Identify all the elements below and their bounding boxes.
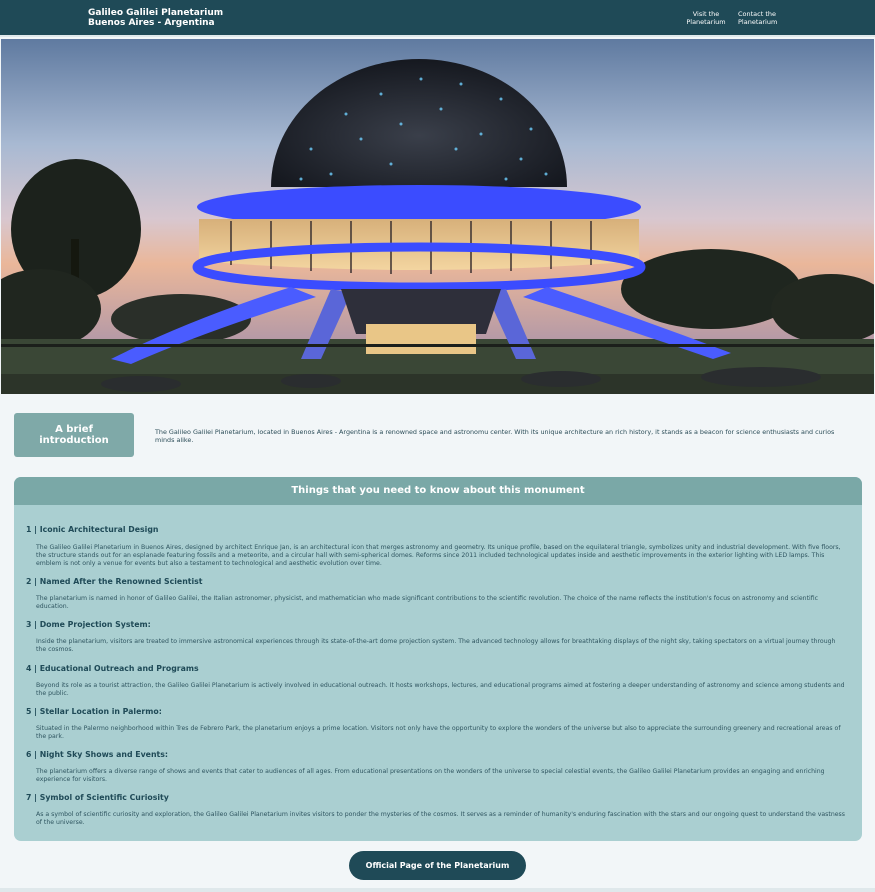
fact-text: Inside the planetarium, visitors are tre… bbox=[36, 638, 836, 653]
fact-title: 2 | Named After the Renowned Scientist bbox=[26, 577, 203, 586]
fact-title: 5 | Stellar Location in Palermo: bbox=[26, 707, 162, 716]
intro-label: A brief introduction bbox=[14, 413, 134, 457]
fact-title: 7 | Symbol of Scientific Curiosity bbox=[26, 793, 169, 802]
brand-title: Galileo Galilei Planetarium bbox=[88, 8, 224, 18]
fact-text: As a symbol of scientific curiosity and … bbox=[36, 811, 845, 826]
fact-text: The planetarium is named in honor of Gal… bbox=[36, 595, 819, 610]
site-brand[interactable]: Galileo Galilei Planetarium Buenos Aires… bbox=[88, 8, 223, 28]
official-page-button[interactable]: Official Page of the Planetarium bbox=[349, 851, 526, 880]
fact-text: The Galileo Galilei Planetarium in Bueno… bbox=[36, 544, 841, 567]
hero-image bbox=[1, 39, 874, 394]
facts-heading: Things that you need to know about this … bbox=[14, 477, 862, 505]
nav-contact-link[interactable]: Contact the Planetarium bbox=[738, 10, 782, 26]
nav-contact-line2: Planetarium bbox=[738, 17, 778, 26]
fact-title: 6 | Night Sky Shows and Events: bbox=[26, 750, 168, 759]
brand-subtitle: Buenos Aires - Argentina bbox=[88, 18, 215, 28]
fact-text: Beyond its role as a tourist attraction,… bbox=[36, 682, 845, 697]
intro-text: The Galileo Galilei Planetarium, located… bbox=[155, 428, 835, 444]
planetarium-illustration bbox=[1, 39, 874, 394]
facts-panel: Things that you need to know about this … bbox=[14, 477, 862, 841]
intro-label-line1: A brief bbox=[55, 424, 93, 435]
top-navbar: Galileo Galilei Planetarium Buenos Aires… bbox=[0, 0, 875, 37]
nav-visit-line2: Planetarium bbox=[686, 17, 726, 26]
fact-title: 1 | Iconic Architectural Design bbox=[26, 525, 159, 534]
fact-title: 3 | Dome Projection System: bbox=[26, 620, 151, 629]
footer-divider bbox=[0, 888, 875, 892]
nav-visit-link[interactable]: Visit the Planetarium bbox=[685, 10, 727, 26]
fact-text: Situated in the Palermo neighborhood wit… bbox=[36, 725, 841, 740]
fact-text: The planetarium offers a diverse range o… bbox=[36, 768, 825, 783]
fact-title: 4 | Educational Outreach and Programs bbox=[26, 664, 199, 673]
intro-label-line2: introduction bbox=[39, 435, 109, 446]
